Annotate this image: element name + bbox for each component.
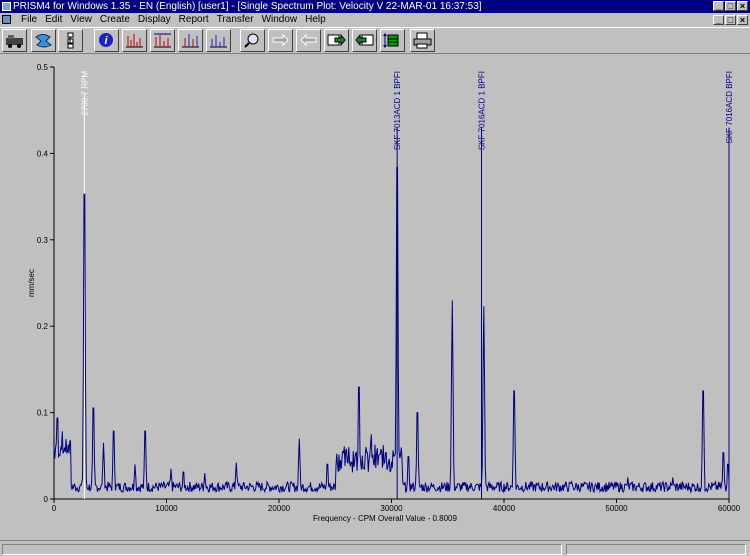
y-tick-label: 0.3 [37,236,49,245]
arrow-right-button [268,29,293,52]
hierarchy-icon [67,32,74,49]
x-tick-label: 60000 [718,504,741,513]
data-grid-icon [383,33,399,48]
spectrum-blue-icon [210,35,227,48]
y-tick-label: 0.1 [37,409,49,418]
menu-edit[interactable]: Edit [41,13,66,26]
minimize-button[interactable]: _ [713,1,724,11]
info-icon: i [99,33,113,47]
y-axis-label: mm/sec [27,269,36,297]
maximize-button[interactable]: □ [725,1,736,11]
status-pane-main [2,544,562,555]
machine-train-icon [6,35,23,48]
menu-transfer[interactable]: Transfer [213,13,258,26]
status-pane-secondary [566,544,746,555]
spectrum-chart[interactable]: 0 0.1 0.2 0.3 0.4 0.5 0 10000 20000 30000 40000 50… [0,55,750,540]
data-grid-button[interactable] [380,29,405,52]
route-button[interactable] [31,29,56,52]
x-tick-label: 10000 [155,504,178,513]
menu-bar: File Edit View Create Display Report Tra… [0,13,750,26]
y-tick-label: 0.2 [37,322,49,331]
machine-train-button[interactable] [2,29,27,52]
x-tick-label: 40000 [493,504,516,513]
y-tick-label: 0.4 [37,149,49,158]
y-tick-label: 0.5 [37,63,49,72]
menu-report[interactable]: Report [175,13,213,26]
x-tick-label: 30000 [380,504,403,513]
spectrum-waterfall-icon [182,34,199,48]
arrow-right-disabled-icon [272,33,289,47]
arrow-left-button [296,29,321,52]
document-icon[interactable] [2,15,11,24]
menu-window[interactable]: Window [258,13,302,26]
spectrum-waterfall-button[interactable] [178,29,203,52]
next-icon [327,33,346,47]
fault-marker-label: SKF 7016ACD 1 BPFI [478,71,487,150]
close-button[interactable]: × [737,1,748,11]
fault-marker-label: SKF 7013ACD 1 BPFI [393,71,402,150]
previous-button[interactable] [352,29,377,52]
menu-create[interactable]: Create [96,13,134,26]
menu-help[interactable]: Help [301,13,330,26]
zoom-button[interactable] [240,29,265,52]
print-icon [413,32,432,49]
menu-view[interactable]: View [66,13,96,26]
doc-minimize-button[interactable]: _ [713,15,724,25]
chart-axes [53,67,729,500]
spectrum-chart-area: 0 0.1 0.2 0.3 0.4 0.5 0 10000 20000 30000 40000 50… [0,55,750,540]
spectrum-blue-button[interactable] [206,29,231,52]
x-tick-label: 50000 [605,504,628,513]
app-icon [2,2,11,11]
fault-marker-label: 2708.7 RPM [80,71,89,116]
x-tick-label: 20000 [268,504,291,513]
toolbar: i [0,27,750,54]
arrow-left-disabled-icon [300,33,317,47]
menu-file[interactable]: File [17,13,41,26]
x-axis-label: Frequency - CPM Overall Value - 0.8009 [313,514,457,523]
y-tick-label: 0 [44,495,49,504]
spectrum-red-icon [126,34,143,48]
spectrum-multi-button[interactable] [150,29,175,52]
title-bar: PRISM4 for Windows 1.35 - EN (English) [… [0,0,750,13]
route-icon [35,34,52,48]
spectrum-multi-icon [154,33,171,48]
fault-marker-label: SKF 7016ACD BPFI [725,71,734,143]
spectrum-red-button[interactable] [122,29,147,52]
doc-restore-button[interactable]: □ [725,15,736,25]
doc-close-button[interactable]: × [737,15,748,25]
previous-icon [355,33,374,47]
window-title: PRISM4 for Windows 1.35 - EN (English) [… [13,1,482,12]
print-button[interactable] [410,29,435,52]
zoom-icon [244,33,259,48]
info-button[interactable]: i [94,29,119,52]
hierarchy-button[interactable] [58,29,83,52]
spectrum-trace [53,166,730,494]
next-button[interactable] [324,29,349,52]
x-tick-label: 0 [52,504,57,513]
menu-display[interactable]: Display [134,13,175,26]
status-bar [0,540,750,556]
